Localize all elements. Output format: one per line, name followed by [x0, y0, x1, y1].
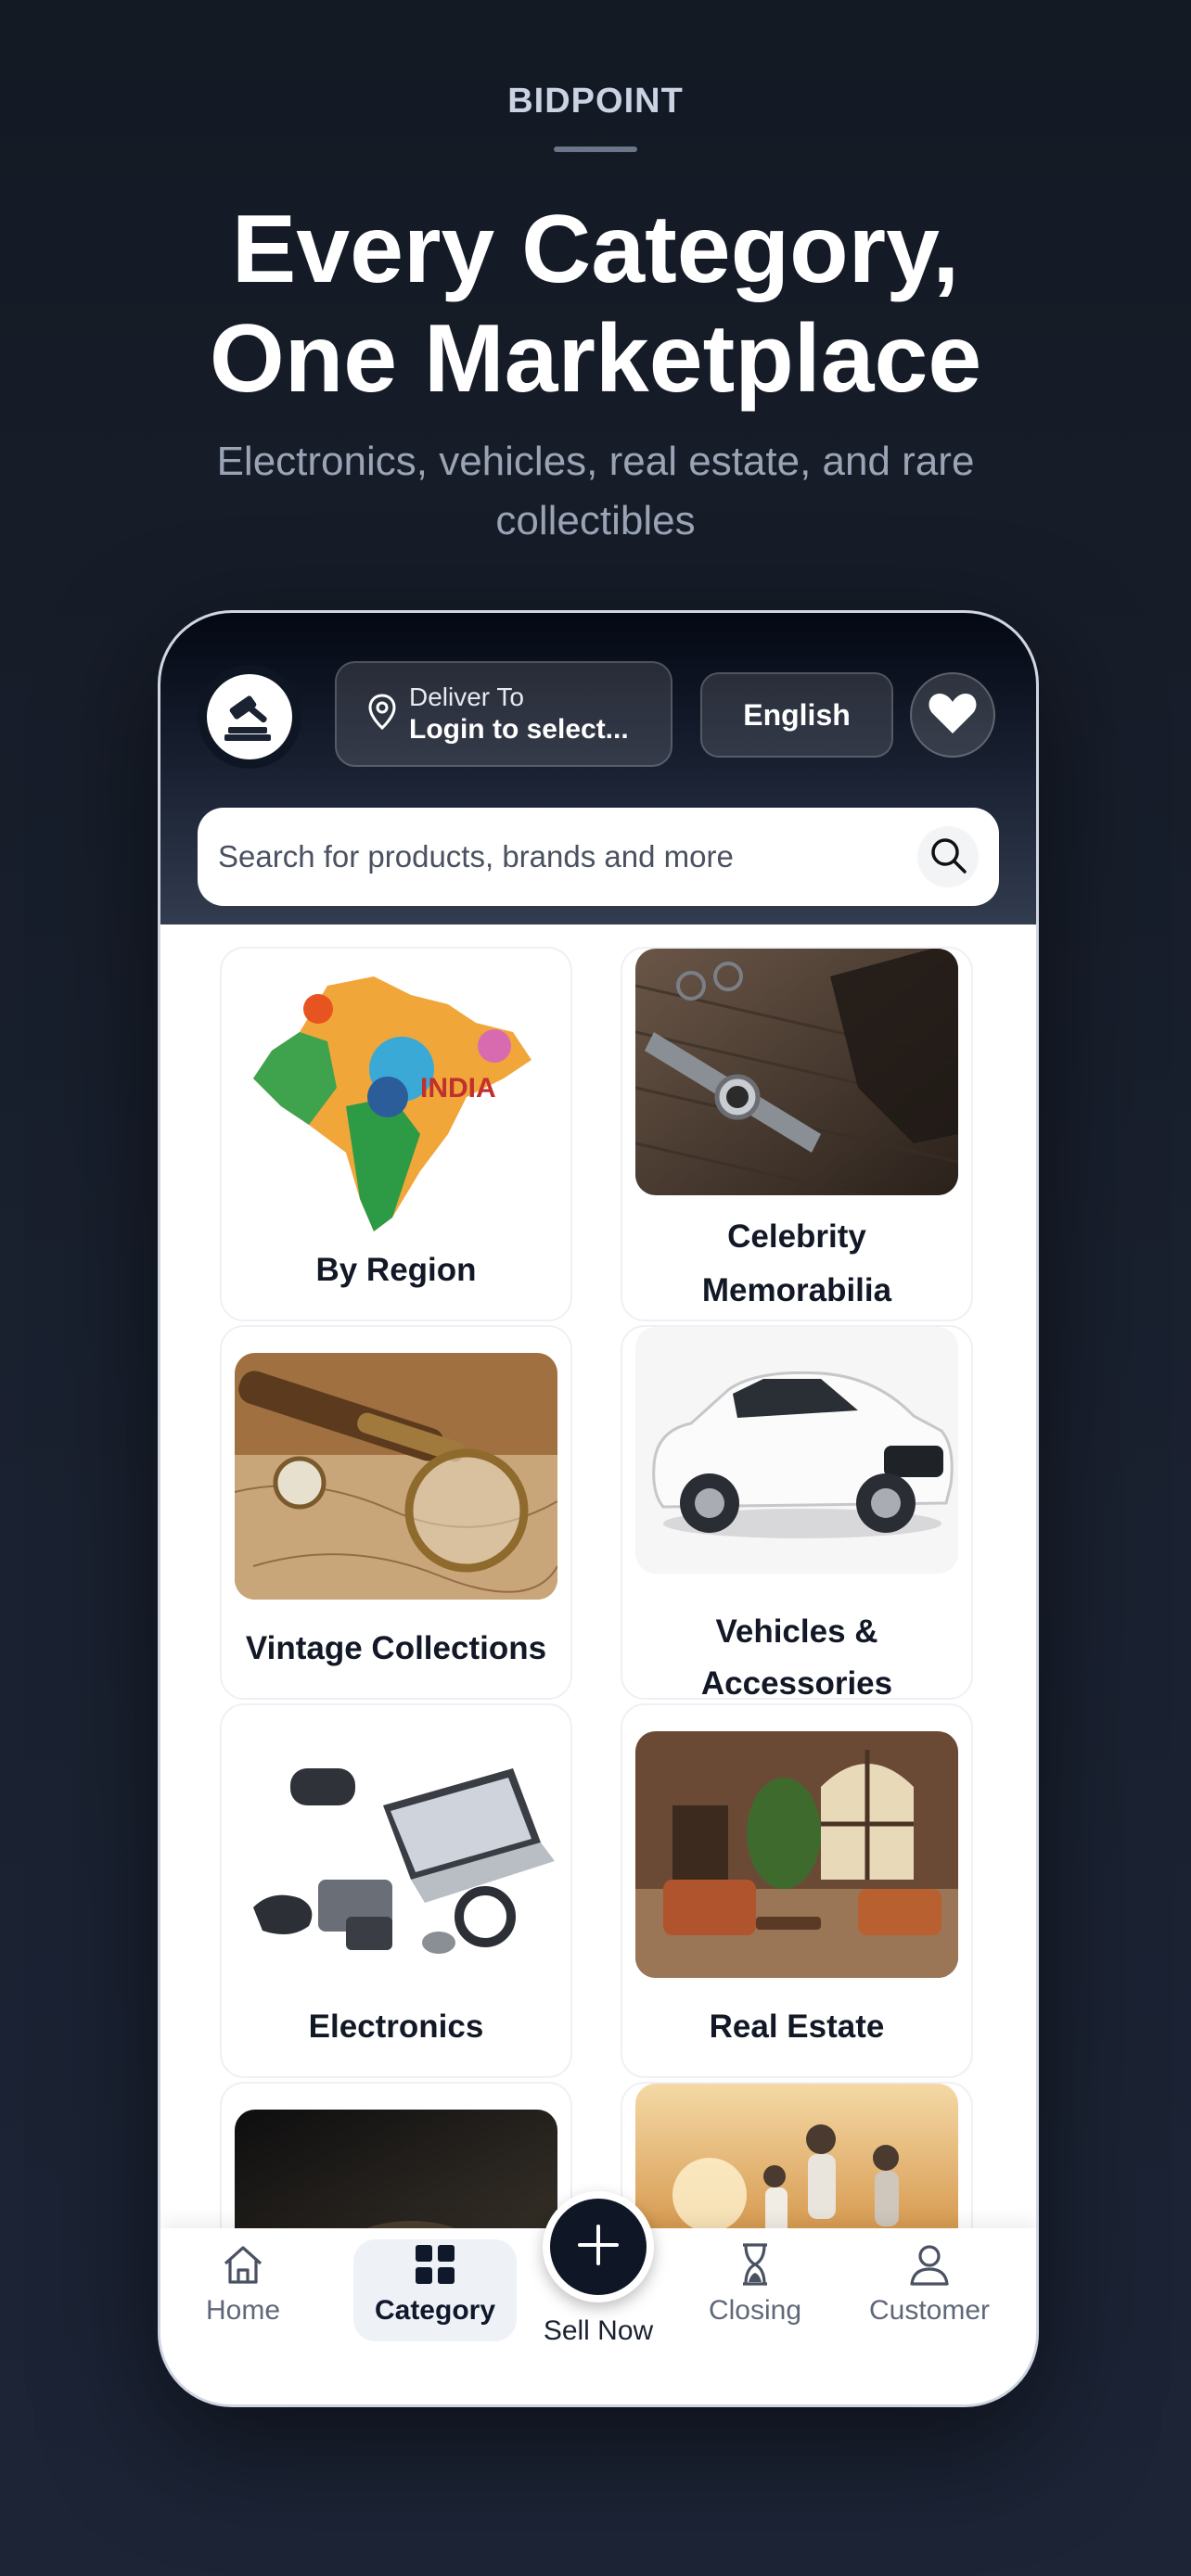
- headline: Every Category, One Marketplace: [0, 195, 1191, 414]
- category-card-vehicles-accessories[interactable]: Vehicles & Accessories: [621, 1325, 973, 1700]
- antique-map-compass-image: [235, 1353, 557, 1600]
- app-logo[interactable]: [198, 665, 301, 769]
- tab-home[interactable]: Home: [173, 2239, 313, 2341]
- category-card-real-estate[interactable]: Real Estate: [621, 1703, 973, 2078]
- watch-on-wood-image: [635, 949, 958, 1195]
- category-label-line-1: Vehicles &: [715, 1613, 878, 1650]
- brand-name: BIDPOINT: [507, 82, 684, 121]
- tab-customer[interactable]: Customer: [843, 2239, 1016, 2341]
- category-label: Vintage Collections: [245, 1630, 547, 1666]
- home-icon: [218, 2246, 268, 2293]
- electronics-gadgets-image: [235, 1731, 557, 1978]
- search-bar[interactable]: Search for products, brands and more: [198, 808, 999, 906]
- headline-line-1: Every Category,: [231, 196, 960, 303]
- deliver-to-selector[interactable]: Deliver To Login to select...: [335, 661, 672, 767]
- search-input[interactable]: Search for products, brands and more: [218, 839, 917, 874]
- tab-label: Customer: [868, 2295, 991, 2326]
- language-button[interactable]: English: [700, 672, 893, 758]
- category-label-line-1: Celebrity: [727, 1218, 866, 1255]
- subheadline: Electronics, vehicles, real estate, and …: [216, 439, 975, 543]
- india-map-image: INDIA: [235, 967, 557, 1236]
- category-label-line-2: Accessories: [700, 1665, 893, 1700]
- deliver-to-value: Login to select...: [409, 714, 629, 745]
- grid-icon: [410, 2245, 460, 2293]
- location-pin-icon: [368, 693, 396, 735]
- search-button[interactable]: [917, 826, 979, 887]
- brand-underline: [554, 147, 637, 152]
- tab-closing[interactable]: Closing: [685, 2239, 825, 2341]
- tab-category[interactable]: Category: [353, 2239, 517, 2341]
- category-card-by-region[interactable]: INDIA By Region: [220, 947, 572, 1321]
- sell-now-label: Sell Now: [543, 2315, 654, 2346]
- bottom-tab-bar: Home Category Sell Now Closing Customer: [160, 2191, 1036, 2404]
- app-header: Deliver To Login to select... English Se…: [160, 613, 1036, 925]
- phone-mockup: Deliver To Login to select... English Se…: [158, 610, 1039, 2407]
- tab-label: Closing: [708, 2295, 802, 2326]
- category-label: By Region: [315, 1252, 477, 1288]
- category-label: Real Estate: [709, 2009, 885, 2045]
- hourglass-icon: [730, 2243, 780, 2293]
- search-icon: [928, 835, 967, 879]
- user-icon: [904, 2245, 954, 2293]
- tab-label: Home: [205, 2295, 281, 2326]
- headline-line-2: One Marketplace: [209, 305, 982, 413]
- white-suv-image: [635, 1327, 958, 1574]
- gavel-icon: [207, 674, 292, 759]
- category-label-line-2: Memorabilia: [701, 1272, 892, 1308]
- tab-label: Category: [374, 2295, 496, 2326]
- svg-text:INDIA: INDIA: [420, 1073, 496, 1103]
- sell-now-button[interactable]: [543, 2191, 654, 2302]
- category-label: Electronics: [308, 2009, 484, 2045]
- category-card-celebrity-memorabilia[interactable]: Celebrity Memorabilia: [621, 947, 973, 1321]
- heart-icon: [928, 691, 978, 740]
- living-room-image: [635, 1731, 958, 1978]
- deliver-to-label: Deliver To: [409, 682, 524, 711]
- favorites-button[interactable]: [910, 672, 995, 758]
- category-card-vintage-collections[interactable]: Vintage Collections: [220, 1325, 572, 1700]
- category-card-electronics[interactable]: Electronics: [220, 1703, 572, 2078]
- plus-icon: [574, 2221, 622, 2274]
